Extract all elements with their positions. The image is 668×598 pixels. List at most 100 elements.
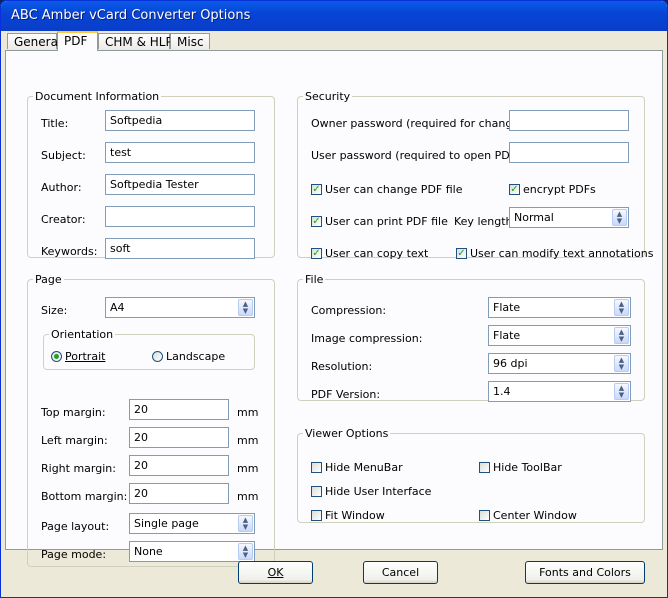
modify-annotations-label: User can modify text annotations	[470, 247, 654, 260]
subject-input[interactable]: test	[105, 142, 255, 163]
title-bar[interactable]: ABC Amber vCard Converter Options	[1, 1, 667, 31]
fit-window-label: Fit Window	[325, 509, 385, 522]
owner-password-label: Owner password (required for changes):	[311, 117, 533, 130]
pdf-version-value: 1.4	[493, 385, 511, 398]
creator-input[interactable]	[105, 206, 255, 227]
fit-window-checkbox[interactable]: Fit Window	[311, 509, 385, 522]
tab-misc[interactable]: Misc	[170, 33, 210, 49]
portrait-label: Portrait	[65, 350, 106, 363]
right-margin-input[interactable]: 20	[129, 455, 229, 476]
page-layout-label: Page layout:	[41, 520, 110, 533]
checkbox-empty-icon	[311, 462, 322, 473]
title-input[interactable]: Softpedia	[105, 110, 255, 131]
checkbox-empty-icon	[479, 510, 490, 521]
checkbox-empty-icon	[479, 462, 490, 473]
size-value: A4	[110, 301, 125, 314]
fonts-and-colors-label: Fonts and Colors	[539, 566, 631, 579]
checkmark-icon: ✓	[456, 248, 467, 259]
compression-value: Flate	[493, 301, 521, 314]
landscape-label: Landscape	[166, 350, 226, 363]
top-margin-label: Top margin:	[41, 406, 106, 419]
compression-select[interactable]: Flate ▲ ▼	[488, 297, 631, 318]
chevron-up-down-icon[interactable]: ▲ ▼	[614, 383, 629, 400]
pdf-tab-panel: Document Information Title: Softpedia Su…	[5, 50, 663, 567]
tab-general[interactable]: General	[7, 33, 61, 49]
page-mode-select[interactable]: None ▲ ▼	[129, 541, 255, 562]
tab-chm-hlp[interactable]: CHM & HLP	[98, 33, 173, 49]
chevron-up-down-icon[interactable]: ▲ ▼	[614, 355, 629, 372]
author-label: Author:	[41, 181, 82, 194]
chevron-up-down-icon[interactable]: ▲ ▼	[612, 209, 627, 226]
page-layout-select[interactable]: Single page ▲ ▼	[129, 513, 255, 534]
ok-button[interactable]: OK	[238, 561, 313, 584]
checkbox-empty-icon	[311, 486, 322, 497]
creator-label: Creator:	[41, 213, 86, 226]
viewer-options-legend: Viewer Options	[305, 427, 389, 440]
checkmark-icon: ✓	[509, 184, 520, 195]
orientation-group: Orientation	[43, 328, 255, 370]
top-margin-input[interactable]: 20	[129, 399, 229, 420]
keywords-input[interactable]: soft	[105, 238, 255, 259]
keywords-label: Keywords:	[41, 245, 98, 258]
author-input[interactable]: Softpedia Tester	[105, 174, 255, 195]
resolution-select[interactable]: 96 dpi ▲ ▼	[488, 353, 631, 374]
left-margin-unit: mm	[237, 434, 259, 447]
orientation-legend: Orientation	[51, 328, 114, 341]
owner-password-input[interactable]	[509, 110, 629, 131]
right-margin-label: Right margin:	[41, 462, 116, 475]
fonts-and-colors-button[interactable]: Fonts and Colors	[525, 561, 645, 584]
key-length-label: Key length:	[454, 215, 517, 228]
chevron-up-down-icon[interactable]: ▲ ▼	[238, 515, 253, 532]
encrypt-pdfs-checkbox[interactable]: ✓ encrypt PDFs	[509, 183, 596, 196]
print-pdf-checkbox[interactable]: ✓ User can print PDF file	[311, 215, 448, 228]
cancel-button[interactable]: Cancel	[363, 561, 438, 584]
chevron-up-down-icon[interactable]: ▲ ▼	[238, 543, 253, 560]
user-password-input[interactable]	[509, 142, 629, 163]
resolution-label: Resolution:	[311, 360, 373, 373]
hide-toolbar-checkbox[interactable]: Hide ToolBar	[479, 461, 562, 474]
copy-text-checkbox[interactable]: ✓ User can copy text	[311, 247, 428, 260]
document-information-legend: Document Information	[35, 90, 160, 103]
center-window-checkbox[interactable]: Center Window	[479, 509, 577, 522]
hide-toolbar-label: Hide ToolBar	[493, 461, 562, 474]
pdf-version-select[interactable]: 1.4 ▲ ▼	[488, 381, 631, 402]
hide-menubar-label: Hide MenuBar	[325, 461, 403, 474]
chevron-up-down-icon[interactable]: ▲ ▼	[614, 327, 629, 344]
compression-label: Compression:	[311, 304, 387, 317]
hide-user-interface-label: Hide User Interface	[325, 485, 432, 498]
encrypt-pdfs-label: encrypt PDFs	[523, 183, 596, 196]
title-label: Title:	[41, 117, 69, 130]
key-length-value: Normal	[514, 211, 554, 224]
page-layout-value: Single page	[134, 517, 199, 530]
pdf-version-label: PDF Version:	[311, 388, 381, 401]
modify-annotations-checkbox[interactable]: ✓ User can modify text annotations	[456, 247, 653, 260]
hide-user-interface-checkbox[interactable]: Hide User Interface	[311, 485, 431, 498]
print-pdf-label: User can print PDF file	[325, 215, 448, 228]
file-legend: File	[305, 273, 324, 286]
chevron-up-down-icon[interactable]: ▲ ▼	[238, 299, 253, 316]
center-window-label: Center Window	[493, 509, 577, 522]
security-legend: Security	[305, 90, 351, 103]
size-select[interactable]: A4 ▲ ▼	[105, 297, 255, 318]
image-compression-label: Image compression:	[311, 332, 423, 345]
right-margin-unit: mm	[237, 462, 259, 475]
options-window: ABC Amber vCard Converter Options Genera…	[0, 0, 668, 598]
image-compression-select[interactable]: Flate ▲ ▼	[488, 325, 631, 346]
subject-label: Subject:	[41, 149, 86, 162]
change-pdf-checkbox[interactable]: ✓ User can change PDF file	[311, 183, 462, 196]
hide-menubar-checkbox[interactable]: Hide MenuBar	[311, 461, 403, 474]
chevron-up-down-icon[interactable]: ▲ ▼	[614, 299, 629, 316]
page-mode-value: None	[134, 545, 163, 558]
landscape-radio[interactable]: Landscape	[152, 350, 225, 363]
change-pdf-label: User can change PDF file	[325, 183, 463, 196]
key-length-select[interactable]: Normal ▲ ▼	[509, 207, 629, 228]
user-password-label: User password (required to open PDF):	[311, 149, 525, 162]
portrait-radio[interactable]: Portrait	[51, 350, 105, 363]
bottom-margin-label: Bottom margin:	[41, 490, 128, 503]
tab-pdf[interactable]: PDF	[57, 31, 98, 51]
left-margin-input[interactable]: 20	[129, 427, 229, 448]
radio-selected-icon	[51, 351, 62, 362]
cancel-button-label: Cancel	[381, 566, 420, 579]
bottom-margin-input[interactable]: 20	[129, 483, 229, 504]
size-label: Size:	[41, 304, 68, 317]
